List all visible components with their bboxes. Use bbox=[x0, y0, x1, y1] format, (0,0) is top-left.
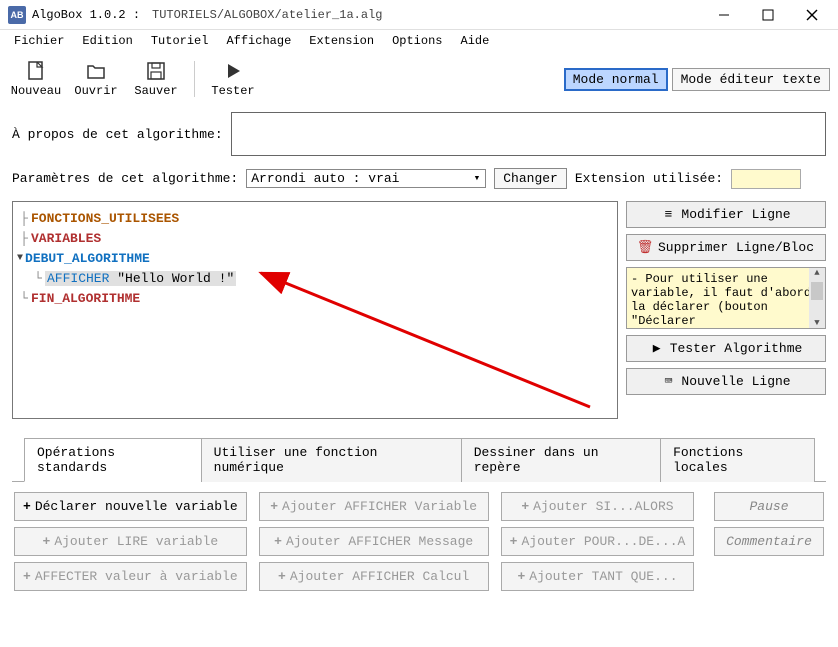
scroll-down-icon[interactable]: ▼ bbox=[814, 318, 819, 328]
keyboard-icon: ⌨ bbox=[661, 374, 675, 389]
test-label: Tester bbox=[211, 84, 254, 98]
tab-dessiner[interactable]: Dessiner dans un repère bbox=[461, 438, 661, 482]
afficher-variable-button[interactable]: +Ajouter AFFICHER Variable bbox=[259, 492, 489, 521]
pour-button[interactable]: +Ajouter POUR...DE...A bbox=[501, 527, 695, 556]
file-path: TUTORIELS/ALGOBOX/atelier_1a.alg bbox=[152, 8, 382, 22]
about-row: À propos de cet algorithme: bbox=[0, 106, 838, 162]
open-folder-icon bbox=[85, 60, 107, 82]
new-line-button[interactable]: ⌨ Nouvelle Ligne bbox=[626, 368, 826, 395]
play-small-icon: ▶ bbox=[650, 341, 664, 356]
title-bar: AB AlgoBox 1.0.2 : TUTORIELS/ALGOBOX/ate… bbox=[0, 0, 838, 30]
about-label: À propos de cet algorithme: bbox=[12, 127, 223, 142]
extension-field[interactable] bbox=[731, 169, 801, 189]
trash-icon: 🗑 bbox=[638, 240, 652, 255]
code-fonctions[interactable]: FONCTIONS_UTILISEES bbox=[31, 211, 179, 226]
menu-extension[interactable]: Extension bbox=[301, 32, 382, 50]
save-button[interactable]: Sauver bbox=[128, 58, 184, 100]
code-panel[interactable]: ├FONCTIONS_UTILISEES ├VARIABLES ▼DEBUT_A… bbox=[12, 201, 618, 419]
tab-operations-standard[interactable]: Opérations standards bbox=[24, 438, 202, 482]
menu-tutoriel[interactable]: Tutoriel bbox=[143, 32, 217, 50]
about-textarea[interactable] bbox=[231, 112, 826, 156]
expand-icon[interactable]: ▼ bbox=[17, 253, 23, 264]
save-icon bbox=[145, 60, 167, 82]
commentaire-button[interactable]: Commentaire bbox=[714, 527, 824, 556]
delete-line-button[interactable]: 🗑 Supprimer Ligne/Bloc bbox=[626, 234, 826, 261]
operations-panel: +Déclarer nouvelle variable +Ajouter LIR… bbox=[0, 482, 838, 601]
pause-button[interactable]: Pause bbox=[714, 492, 824, 521]
params-label: Paramètres de cet algorithme: bbox=[12, 171, 238, 186]
test-button[interactable]: Tester bbox=[205, 58, 261, 100]
tabs: Opérations standards Utiliser une foncti… bbox=[12, 425, 826, 482]
code-fin[interactable]: FIN_ALGORITHME bbox=[31, 291, 140, 306]
close-button[interactable] bbox=[790, 1, 834, 29]
window-controls bbox=[702, 1, 834, 29]
afficher-message-button[interactable]: +Ajouter AFFICHER Message bbox=[259, 527, 489, 556]
params-select[interactable]: Arrondi auto : vrai bbox=[246, 169, 486, 188]
close-icon bbox=[806, 9, 818, 21]
app-title: AlgoBox 1.0.2 : bbox=[32, 8, 140, 22]
menu-edition[interactable]: Edition bbox=[74, 32, 140, 50]
mode-switch: Mode normal Mode éditeur texte bbox=[564, 68, 830, 91]
menu-fichier[interactable]: Fichier bbox=[6, 32, 72, 50]
main-area: ├FONCTIONS_UTILISEES ├VARIABLES ▼DEBUT_A… bbox=[0, 195, 838, 425]
mode-normal-button[interactable]: Mode normal bbox=[564, 68, 668, 91]
help-text: - Pour utiliser une variable, il faut d'… bbox=[626, 267, 826, 329]
toolbar-divider bbox=[194, 61, 195, 97]
changer-button[interactable]: Changer bbox=[494, 168, 567, 189]
help-scrollbar[interactable]: ▲ ▼ bbox=[809, 268, 825, 328]
modify-line-button[interactable]: ≡ Modifier Ligne bbox=[626, 201, 826, 228]
tantque-button[interactable]: +Ajouter TANT QUE... bbox=[501, 562, 695, 591]
save-label: Sauver bbox=[134, 84, 177, 98]
open-label: Ouvrir bbox=[74, 84, 117, 98]
test-algorithm-button[interactable]: ▶ Tester Algorithme bbox=[626, 335, 826, 362]
new-button[interactable]: Nouveau bbox=[8, 58, 64, 100]
new-label: Nouveau bbox=[11, 84, 61, 98]
si-alors-button[interactable]: +Ajouter SI...ALORS bbox=[501, 492, 695, 521]
code-debut[interactable]: DEBUT_ALGORITHME bbox=[25, 251, 150, 266]
new-file-icon bbox=[25, 60, 47, 82]
extension-label: Extension utilisée: bbox=[575, 171, 723, 186]
menu-aide[interactable]: Aide bbox=[453, 32, 498, 50]
menu-bar: Fichier Edition Tutoriel Affichage Exten… bbox=[0, 30, 838, 52]
tab-fonctions-locales[interactable]: Fonctions locales bbox=[660, 438, 815, 482]
affecter-button[interactable]: +AFFECTER valeur à variable bbox=[14, 562, 247, 591]
play-icon bbox=[222, 60, 244, 82]
afficher-calcul-button[interactable]: +Ajouter AFFICHER Calcul bbox=[259, 562, 489, 591]
mode-editor-button[interactable]: Mode éditeur texte bbox=[672, 68, 830, 91]
tab-fonction-numerique[interactable]: Utiliser une fonction numérique bbox=[201, 438, 462, 482]
hamburger-icon: ≡ bbox=[661, 207, 675, 222]
open-button[interactable]: Ouvrir bbox=[68, 58, 124, 100]
scroll-thumb[interactable] bbox=[811, 282, 823, 300]
minimize-button[interactable] bbox=[702, 1, 746, 29]
code-variables[interactable]: VARIABLES bbox=[31, 231, 101, 246]
declare-variable-button[interactable]: +Déclarer nouvelle variable bbox=[14, 492, 247, 521]
maximize-button[interactable] bbox=[746, 1, 790, 29]
menu-options[interactable]: Options bbox=[384, 32, 450, 50]
lire-variable-button[interactable]: +Ajouter LIRE variable bbox=[14, 527, 247, 556]
params-value: Arrondi auto : vrai bbox=[251, 171, 399, 186]
params-row: Paramètres de cet algorithme: Arrondi au… bbox=[0, 162, 838, 195]
minimize-icon bbox=[718, 9, 730, 21]
side-panel: ≡ Modifier Ligne 🗑 Supprimer Ligne/Bloc … bbox=[626, 201, 826, 419]
toolbar: Nouveau Ouvrir Sauver Tester Mode normal… bbox=[0, 52, 838, 106]
code-afficher-line[interactable]: AFFICHER "Hello World !" bbox=[45, 271, 236, 286]
scroll-up-icon[interactable]: ▲ bbox=[814, 268, 819, 278]
maximize-icon bbox=[762, 9, 774, 21]
menu-affichage[interactable]: Affichage bbox=[218, 32, 299, 50]
app-icon: AB bbox=[8, 6, 26, 24]
